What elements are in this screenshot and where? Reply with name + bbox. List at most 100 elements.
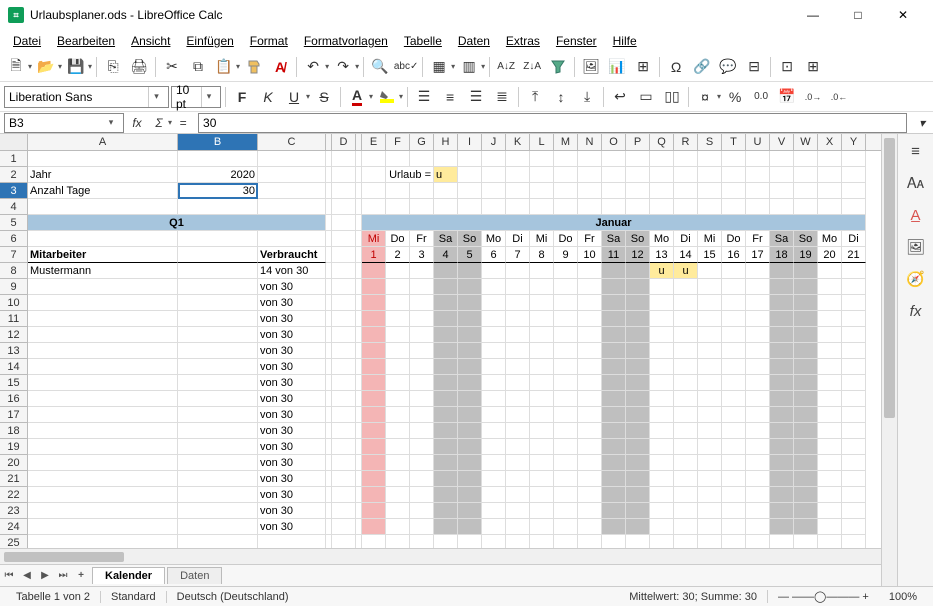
cell[interactable]: [332, 247, 356, 263]
cell[interactable]: [530, 407, 554, 423]
row-header-11[interactable]: 11: [0, 311, 28, 327]
cell[interactable]: [506, 535, 530, 548]
cell[interactable]: [746, 327, 770, 343]
cell[interactable]: Do: [386, 231, 410, 247]
sheet-tab-daten[interactable]: Daten: [167, 567, 222, 584]
cell[interactable]: [602, 423, 626, 439]
paste-icon[interactable]: 📋: [212, 55, 236, 79]
cell[interactable]: [674, 423, 698, 439]
cell[interactable]: [818, 327, 842, 343]
cell[interactable]: [674, 455, 698, 471]
dec-add-icon[interactable]: .0→: [801, 85, 825, 109]
cell[interactable]: [674, 199, 698, 215]
cell[interactable]: [332, 295, 356, 311]
cell[interactable]: [332, 471, 356, 487]
cell[interactable]: [746, 391, 770, 407]
cell[interactable]: [650, 407, 674, 423]
cell[interactable]: [746, 503, 770, 519]
col-header-P[interactable]: P: [626, 134, 650, 150]
navigator-icon[interactable]: 🧭: [903, 266, 929, 292]
col-header-Q[interactable]: Q: [650, 134, 674, 150]
cell[interactable]: 11: [602, 247, 626, 263]
cell[interactable]: [506, 439, 530, 455]
cell[interactable]: [410, 391, 434, 407]
row-header-5[interactable]: 5: [0, 215, 28, 231]
cell[interactable]: [482, 407, 506, 423]
cell[interactable]: [818, 391, 842, 407]
cell[interactable]: [602, 503, 626, 519]
cell[interactable]: Di: [842, 231, 866, 247]
cell[interactable]: [818, 263, 842, 279]
cell[interactable]: [458, 295, 482, 311]
cell[interactable]: [554, 199, 578, 215]
cell[interactable]: [28, 151, 178, 167]
equals-icon[interactable]: =: [172, 113, 194, 133]
cell[interactable]: [258, 151, 326, 167]
cell[interactable]: [178, 519, 258, 535]
cell[interactable]: 2020: [178, 167, 258, 183]
cell[interactable]: [530, 279, 554, 295]
cell[interactable]: [602, 167, 626, 183]
cell[interactable]: [554, 391, 578, 407]
cell[interactable]: [28, 471, 178, 487]
cell[interactable]: [482, 423, 506, 439]
cell[interactable]: [626, 471, 650, 487]
cell[interactable]: [722, 407, 746, 423]
cell[interactable]: [410, 199, 434, 215]
valign-mid-icon[interactable]: ↕: [549, 85, 573, 109]
cell[interactable]: Sa: [434, 231, 458, 247]
cell[interactable]: [722, 199, 746, 215]
cell[interactable]: 19: [794, 247, 818, 263]
cell[interactable]: [650, 199, 674, 215]
cell[interactable]: [746, 343, 770, 359]
cell[interactable]: 6: [482, 247, 506, 263]
cell[interactable]: [482, 279, 506, 295]
cell[interactable]: [482, 519, 506, 535]
cell[interactable]: [530, 183, 554, 199]
cell[interactable]: [674, 167, 698, 183]
chart-icon[interactable]: 📊: [605, 55, 629, 79]
cell[interactable]: [698, 343, 722, 359]
cut-icon[interactable]: ✂: [160, 55, 184, 79]
cell[interactable]: [530, 199, 554, 215]
cell[interactable]: [842, 167, 866, 183]
cell[interactable]: Sa: [770, 231, 794, 247]
cell[interactable]: [530, 151, 554, 167]
cell[interactable]: [650, 151, 674, 167]
row-header-16[interactable]: 16: [0, 391, 28, 407]
row-header-2[interactable]: 2: [0, 167, 28, 183]
cell[interactable]: [698, 359, 722, 375]
cell[interactable]: [746, 535, 770, 548]
cell[interactable]: 13: [650, 247, 674, 263]
cell[interactable]: [332, 231, 356, 247]
col-header-X[interactable]: X: [818, 134, 842, 150]
cell[interactable]: [458, 423, 482, 439]
cell[interactable]: [770, 519, 794, 535]
cell[interactable]: 3: [410, 247, 434, 263]
cell[interactable]: [332, 487, 356, 503]
name-box[interactable]: B3▾: [4, 113, 124, 133]
cell[interactable]: Q1: [28, 215, 326, 231]
cell[interactable]: [386, 407, 410, 423]
cell[interactable]: [578, 535, 602, 548]
col-icon[interactable]: ▥: [457, 55, 481, 79]
align-justify-icon[interactable]: ≣: [490, 85, 514, 109]
cell[interactable]: [28, 455, 178, 471]
cell[interactable]: [178, 407, 258, 423]
tab-prev-icon[interactable]: ◀: [18, 567, 36, 585]
row-header-8[interactable]: 8: [0, 263, 28, 279]
spreadsheet-grid[interactable]: ABCDEFGHIJKLMNOPQRSTUVWXY 12Jahr2020Urla…: [0, 134, 881, 586]
cell[interactable]: [650, 423, 674, 439]
cell[interactable]: [650, 311, 674, 327]
redo-icon[interactable]: ↷: [331, 55, 355, 79]
cell[interactable]: [362, 471, 386, 487]
italic-icon[interactable]: K: [256, 85, 280, 109]
cell[interactable]: [698, 311, 722, 327]
row-header-9[interactable]: 9: [0, 279, 28, 295]
cell[interactable]: [332, 327, 356, 343]
cell[interactable]: [674, 503, 698, 519]
cell[interactable]: [178, 375, 258, 391]
cell[interactable]: [842, 263, 866, 279]
cell[interactable]: von 30: [258, 343, 326, 359]
cell[interactable]: [818, 343, 842, 359]
